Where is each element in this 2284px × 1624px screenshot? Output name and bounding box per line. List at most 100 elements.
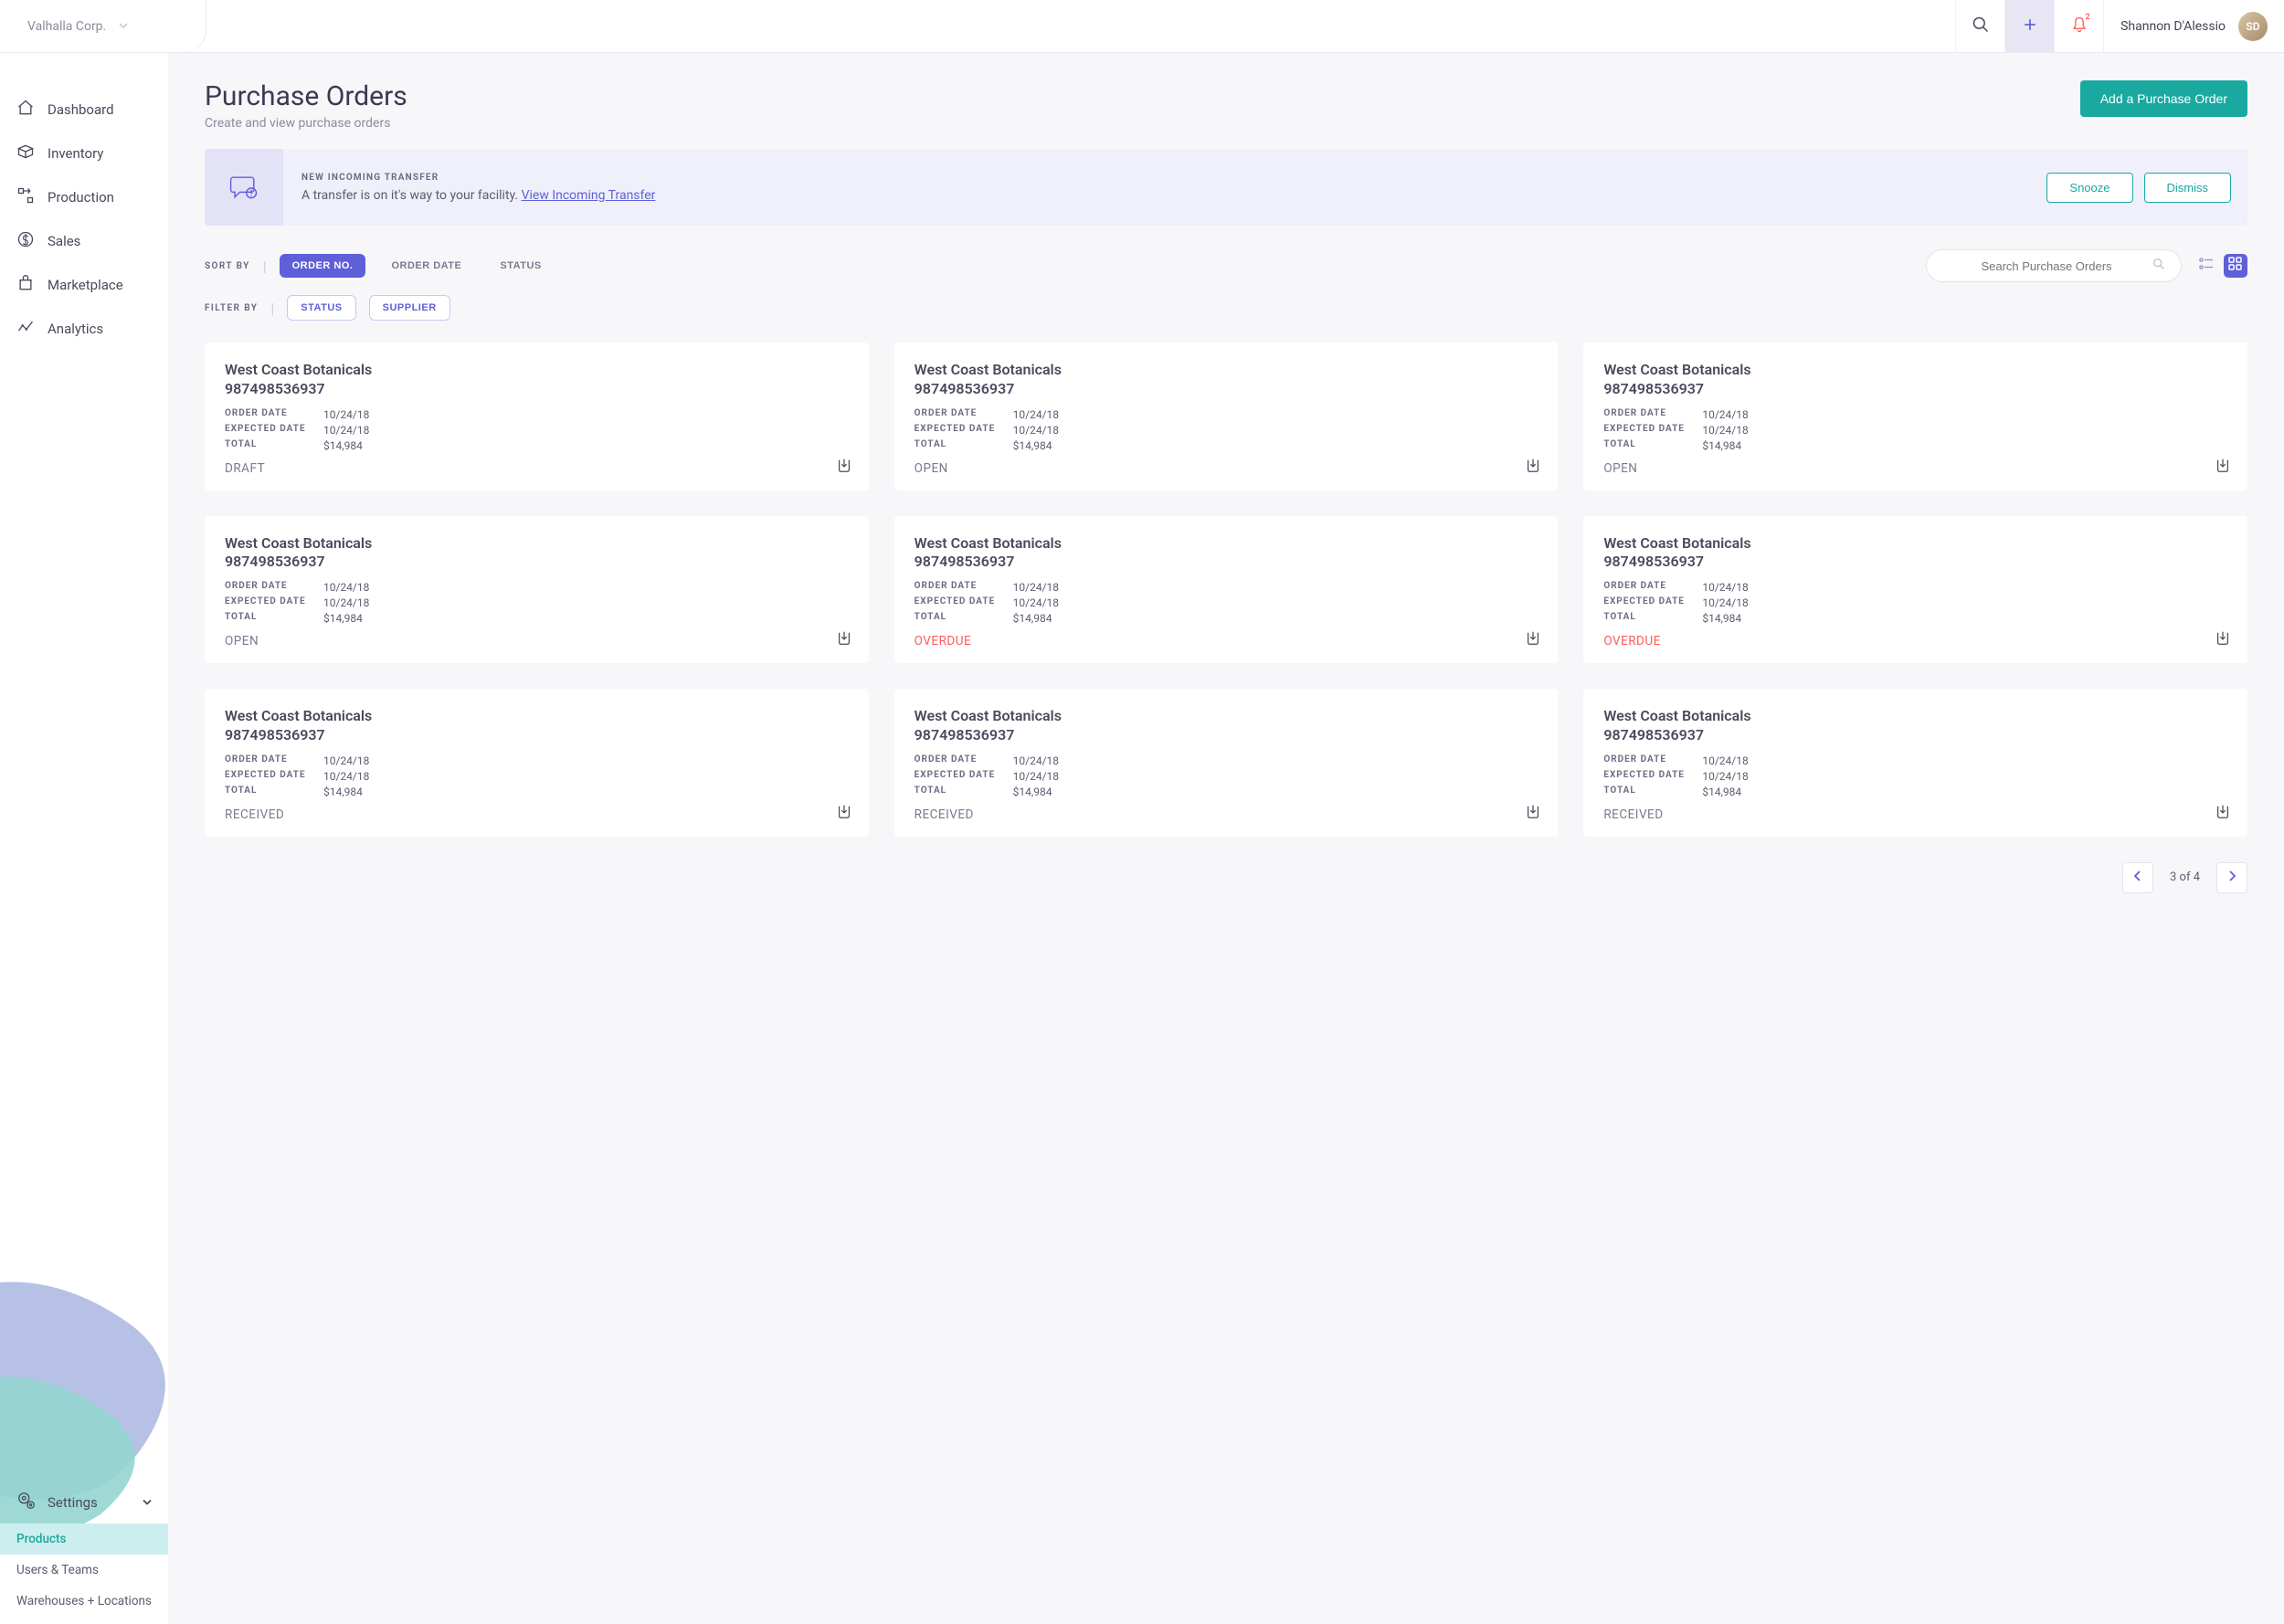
sort-order-no[interactable]: ORDER NO.	[280, 254, 366, 278]
total-value: $14,984	[1702, 612, 1741, 625]
download-button[interactable]	[836, 804, 852, 824]
order-number: 987498536937	[225, 553, 849, 572]
nav-icon	[16, 230, 35, 252]
sort-order-date[interactable]: ORDER DATE	[378, 254, 474, 278]
user-menu[interactable]: Shannon D'Alessio SD	[2103, 0, 2284, 53]
notification-badge: 2	[2085, 13, 2089, 22]
next-page-button[interactable]	[2216, 862, 2247, 893]
expected-date-label: EXPECTED DATE	[915, 770, 1013, 783]
expected-date-label: EXPECTED DATE	[225, 596, 323, 609]
download-button[interactable]	[836, 458, 852, 478]
chevron-down-icon	[119, 22, 128, 31]
settings-sub-users-teams[interactable]: Users & Teams	[0, 1555, 168, 1586]
download-button[interactable]	[1525, 630, 1541, 650]
order-card[interactable]: West Coast Botanicals987498536937ORDER D…	[205, 689, 869, 837]
add-purchase-order-button[interactable]: Add a Purchase Order	[2080, 80, 2247, 117]
order-card[interactable]: West Coast Botanicals987498536937ORDER D…	[894, 343, 1559, 490]
sidebar-item-production[interactable]: Production	[0, 175, 168, 219]
grid-view-button[interactable]	[2224, 254, 2247, 278]
topbar: Valhalla Corp. 2 Shannon D'Alessio SD	[0, 0, 2284, 53]
expected-date-value: 10/24/18	[1013, 596, 1059, 609]
total-value: $14,984	[323, 612, 363, 625]
order-card[interactable]: West Coast Botanicals987498536937ORDER D…	[894, 516, 1559, 664]
order-supplier: West Coast Botanicals	[1603, 534, 2227, 554]
sidebar-item-dashboard[interactable]: Dashboard	[0, 88, 168, 132]
global-search-button[interactable]	[1955, 0, 2004, 53]
filter-supplier[interactable]: SUPPLIER	[369, 295, 450, 321]
sidebar-item-marketplace[interactable]: Marketplace	[0, 263, 168, 307]
search-box[interactable]	[1926, 249, 2182, 282]
order-status: OPEN	[1603, 461, 2227, 476]
sidebar-item-inventory[interactable]: Inventory	[0, 132, 168, 175]
order-supplier: West Coast Botanicals	[225, 361, 849, 380]
download-button[interactable]	[1525, 804, 1541, 824]
order-date-value: 10/24/18	[323, 408, 369, 421]
order-grid: West Coast Botanicals987498536937ORDER D…	[205, 343, 2247, 837]
download-button[interactable]	[2215, 630, 2231, 650]
download-icon	[2215, 460, 2231, 478]
order-status: OPEN	[915, 461, 1539, 476]
notifications-button[interactable]: 2	[2054, 0, 2103, 53]
order-date-value: 10/24/18	[1013, 754, 1059, 767]
dismiss-button[interactable]: Dismiss	[2144, 173, 2232, 203]
gear-icon	[16, 1491, 37, 1514]
chevron-right-icon	[2226, 870, 2237, 884]
filter-status[interactable]: STATUS	[287, 295, 355, 321]
order-number: 987498536937	[225, 726, 849, 745]
expected-date-value: 10/24/18	[323, 770, 369, 783]
download-button[interactable]	[1525, 458, 1541, 478]
expected-date-label: EXPECTED DATE	[915, 596, 1013, 609]
download-button[interactable]	[2215, 458, 2231, 478]
expected-date-value: 10/24/18	[323, 596, 369, 609]
order-date-value: 10/24/18	[1013, 581, 1059, 594]
banner-message: A transfer is on it's way to your facili…	[301, 188, 2028, 203]
order-card[interactable]: West Coast Botanicals987498536937ORDER D…	[894, 689, 1559, 837]
settings-sub-products[interactable]: Products	[0, 1524, 168, 1555]
sidebar-item-analytics[interactable]: Analytics	[0, 307, 168, 351]
order-date-value: 10/24/18	[323, 754, 369, 767]
sort-status[interactable]: STATUS	[487, 254, 554, 278]
list-view-button[interactable]	[2194, 254, 2218, 278]
order-number: 987498536937	[915, 380, 1539, 399]
order-status: OVERDUE	[1603, 634, 2227, 649]
add-button[interactable]	[2004, 0, 2054, 53]
nav-label: Marketplace	[48, 277, 123, 293]
order-card[interactable]: West Coast Botanicals987498536937ORDER D…	[1583, 689, 2247, 837]
expected-date-value: 10/24/18	[1702, 424, 1748, 437]
order-status: RECEIVED	[225, 807, 849, 822]
expected-date-label: EXPECTED DATE	[225, 424, 323, 437]
order-date-label: ORDER DATE	[225, 408, 323, 421]
sidebar-item-sales[interactable]: Sales	[0, 219, 168, 263]
total-value: $14,984	[1013, 786, 1052, 798]
order-number: 987498536937	[915, 553, 1539, 572]
download-icon	[836, 460, 852, 478]
order-card[interactable]: West Coast Botanicals987498536937ORDER D…	[205, 343, 869, 490]
expected-date-label: EXPECTED DATE	[225, 770, 323, 783]
nav-icon	[16, 274, 35, 296]
order-card[interactable]: West Coast Botanicals987498536937ORDER D…	[205, 516, 869, 664]
nav-icon	[16, 318, 35, 340]
order-number: 987498536937	[1603, 553, 2227, 572]
page-title: Purchase Orders	[205, 80, 407, 112]
view-transfer-link[interactable]: View Incoming Transfer	[522, 188, 656, 203]
order-card[interactable]: West Coast Botanicals987498536937ORDER D…	[1583, 343, 2247, 490]
content: Purchase Orders Create and view purchase…	[168, 53, 2284, 1624]
expected-date-label: EXPECTED DATE	[1603, 596, 1702, 609]
order-date-value: 10/24/18	[1702, 581, 1748, 594]
expected-date-value: 10/24/18	[1013, 770, 1059, 783]
settings-sub-warehouses-locations[interactable]: Warehouses + Locations	[0, 1586, 168, 1617]
total-label: TOTAL	[225, 612, 323, 625]
org-selector[interactable]: Valhalla Corp.	[0, 0, 206, 52]
download-button[interactable]	[2215, 804, 2231, 824]
prev-page-button[interactable]	[2122, 862, 2153, 893]
chevron-left-icon	[2132, 870, 2143, 884]
download-icon	[1525, 460, 1541, 478]
download-button[interactable]	[836, 630, 852, 650]
nav-label: Dashboard	[48, 101, 114, 118]
total-value: $14,984	[1013, 612, 1052, 625]
search-input[interactable]	[1941, 259, 2152, 273]
settings-toggle[interactable]: Settings	[0, 1482, 168, 1524]
order-card[interactable]: West Coast Botanicals987498536937ORDER D…	[1583, 516, 2247, 664]
snooze-button[interactable]: Snooze	[2046, 173, 2132, 203]
page-indicator: 3 of 4	[2170, 870, 2200, 884]
